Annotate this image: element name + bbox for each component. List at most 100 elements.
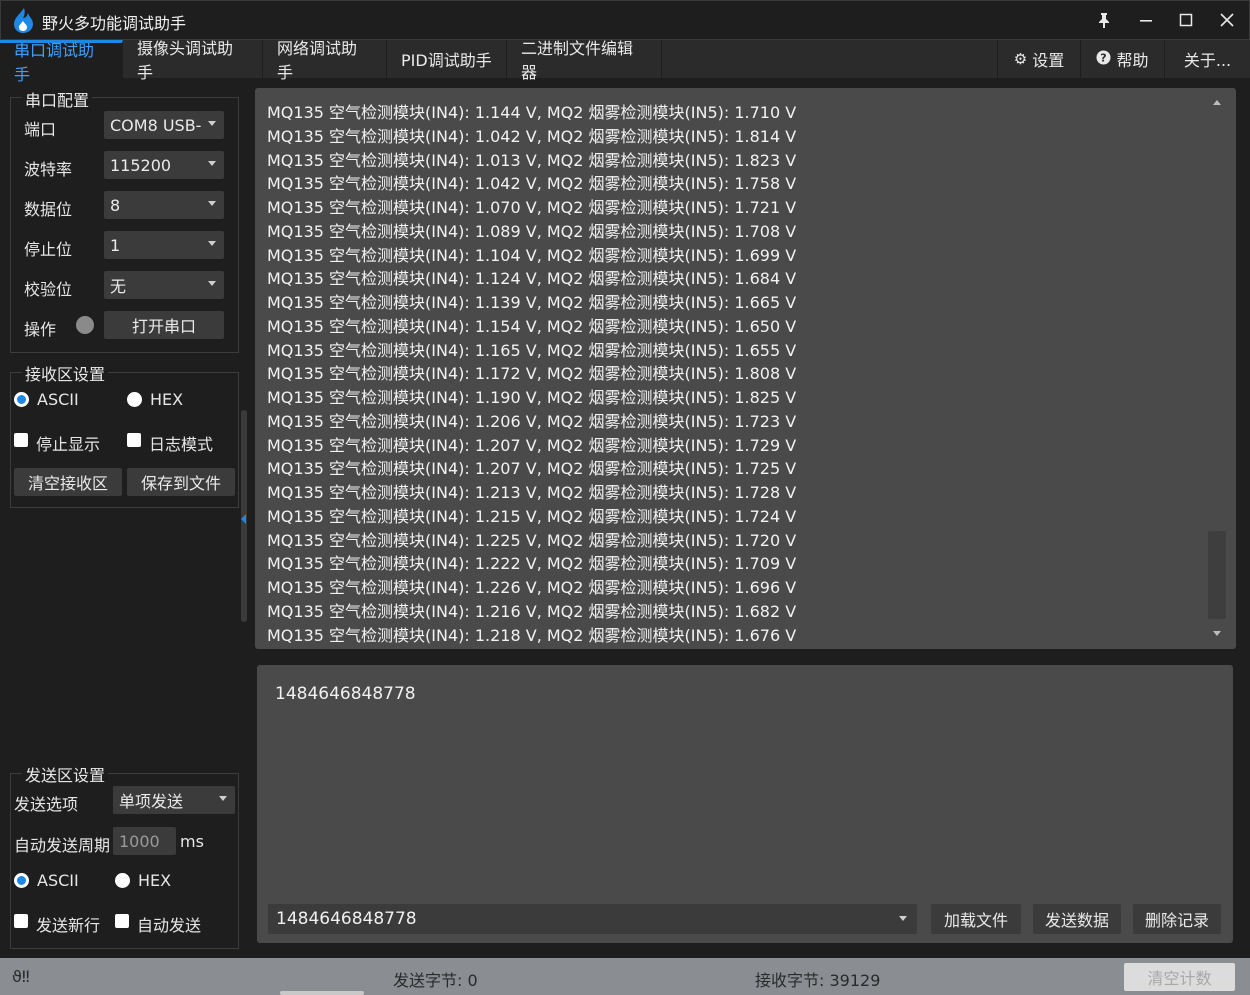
load-file-button[interactable]: 加载文件 bbox=[931, 904, 1021, 934]
send-option-value: 单项发送 bbox=[119, 792, 184, 811]
recv-ascii-radio[interactable] bbox=[14, 392, 29, 407]
tab-pid[interactable]: PID调试助手 bbox=[387, 40, 507, 78]
databits-select[interactable]: 8 bbox=[104, 191, 224, 219]
flame-logo-icon bbox=[14, 8, 33, 33]
recv-line: MQ135 空气检测模块(IN4): 1.213 V, MQ2 烟雾检测模块(I… bbox=[267, 483, 797, 502]
recv-scrollbar-thumb[interactable] bbox=[1208, 531, 1226, 619]
delete-history-button[interactable]: 删除记录 bbox=[1133, 904, 1221, 934]
databits-value: 8 bbox=[110, 195, 121, 215]
clear-recv-button[interactable]: 清空接收区 bbox=[14, 468, 122, 496]
recv-line: MQ135 空气检测模块(IN4): 1.104 V, MQ2 烟雾检测模块(I… bbox=[267, 245, 797, 265]
databits-label: 数据位 bbox=[24, 200, 73, 219]
settings-tab[interactable]: ⚙ 设置 bbox=[997, 40, 1080, 78]
send-text-area[interactable] bbox=[257, 665, 1233, 943]
maximize-icon[interactable] bbox=[1171, 6, 1201, 34]
stopbits-label: 停止位 bbox=[24, 240, 73, 259]
window-title: 野火多功能调试助手 bbox=[42, 14, 187, 33]
clear-count-button[interactable]: 清空计数 bbox=[1124, 963, 1235, 991]
recv-line: MQ135 空气检测模块(IN4): 1.013 V, MQ2 烟雾检测模块(I… bbox=[267, 150, 797, 170]
send-newline-label: 发送新行 bbox=[36, 916, 101, 935]
help-label: 帮助 bbox=[1116, 51, 1149, 70]
tab-camera[interactable]: 摄像头调试助手 bbox=[123, 39, 263, 82]
status-left-text: ϑ‼ bbox=[12, 967, 30, 986]
recv-ascii-label: ASCII bbox=[37, 390, 79, 409]
send-hex-radio[interactable] bbox=[115, 873, 130, 888]
send-data-button[interactable]: 发送数据 bbox=[1033, 904, 1121, 934]
recv-line: MQ135 空气检测模块(IN4): 1.226 V, MQ2 烟雾检测模块(I… bbox=[267, 578, 797, 597]
recv-line: MQ135 空气检测模块(IN4): 1.042 V, MQ2 烟雾检测模块(I… bbox=[267, 174, 797, 194]
close-icon[interactable] bbox=[1212, 6, 1242, 34]
save-to-file-button[interactable]: 保存到文件 bbox=[127, 468, 235, 496]
send-ascii-radio[interactable] bbox=[14, 873, 29, 888]
about-tab[interactable]: 关于... bbox=[1164, 40, 1250, 78]
tab-network[interactable]: 网络调试助手 bbox=[263, 39, 387, 82]
help-tab[interactable]: ? 帮助 bbox=[1080, 40, 1164, 78]
recv-line: MQ135 空气检测模块(IN4): 1.144 V, MQ2 烟雾检测模块(I… bbox=[267, 103, 797, 122]
chevron-down-icon bbox=[208, 201, 216, 206]
recv-line: MQ135 空气检测模块(IN4): 1.216 V, MQ2 烟雾检测模块(I… bbox=[267, 601, 797, 621]
chevron-down-icon bbox=[208, 161, 216, 166]
log-mode-label: 日志模式 bbox=[149, 435, 214, 454]
recv-line: MQ135 空气检测模块(IN4): 1.042 V, MQ2 烟雾检测模块(I… bbox=[267, 126, 797, 146]
parity-select[interactable]: 无 bbox=[104, 271, 224, 299]
recv-hex-label: HEX bbox=[150, 390, 184, 409]
log-mode-checkbox[interactable] bbox=[127, 433, 141, 447]
stop-display-checkbox[interactable] bbox=[14, 433, 28, 447]
receive-text-area[interactable]: MQ135 空气检测模块(IN4): 1.144 V, MQ2 烟雾检测模块(I… bbox=[255, 88, 1236, 649]
send-ascii-label: ASCII bbox=[37, 871, 79, 890]
resize-handle[interactable] bbox=[280, 991, 364, 995]
sent-bytes-count: 发送字节: 0 bbox=[393, 971, 478, 990]
recv-line: MQ135 空气检测模块(IN4): 1.207 V, MQ2 烟雾检测模块(I… bbox=[267, 459, 797, 479]
chevron-down-icon bbox=[219, 796, 227, 801]
stopbits-select[interactable]: 1 bbox=[104, 231, 224, 259]
period-input[interactable]: 1000 bbox=[113, 827, 176, 855]
port-select[interactable]: COM8 USB- bbox=[104, 111, 224, 139]
scroll-down-icon[interactable] bbox=[1213, 631, 1221, 636]
minimize-icon[interactable] bbox=[1131, 6, 1161, 34]
send-newline-checkbox[interactable] bbox=[14, 914, 28, 928]
recv-line: MQ135 空气检测模块(IN4): 1.218 V, MQ2 烟雾检测模块(I… bbox=[267, 625, 797, 645]
recv-line: MQ135 空气检测模块(IN4): 1.165 V, MQ2 烟雾检测模块(I… bbox=[267, 340, 797, 360]
recv-line: MQ135 空气检测模块(IN4): 1.190 V, MQ2 烟雾检测模块(I… bbox=[267, 388, 797, 407]
title-bar bbox=[0, 0, 1250, 40]
port-label: 端口 bbox=[24, 120, 57, 139]
chevron-down-icon bbox=[208, 121, 216, 126]
baud-value: 115200 bbox=[110, 155, 172, 175]
operation-label: 操作 bbox=[24, 320, 57, 339]
send-history-value: 1484646848778 bbox=[276, 909, 417, 929]
recv-hex-radio[interactable] bbox=[127, 392, 142, 407]
collapse-arrow-icon[interactable] bbox=[241, 514, 246, 524]
chevron-down-icon bbox=[899, 916, 907, 921]
parity-value: 无 bbox=[110, 277, 127, 296]
send-option-label: 发送选项 bbox=[14, 795, 79, 814]
recv-line: MQ135 空气检测模块(IN4): 1.206 V, MQ2 烟雾检测模块(I… bbox=[267, 411, 797, 431]
scroll-up-icon[interactable] bbox=[1213, 100, 1221, 105]
gear-icon: ⚙ bbox=[1013, 50, 1028, 68]
pin-icon[interactable] bbox=[1089, 6, 1119, 34]
recv-line: MQ135 空气检测模块(IN4): 1.225 V, MQ2 烟雾检测模块(I… bbox=[267, 530, 797, 550]
send-history-select[interactable]: 1484646848778 bbox=[268, 904, 917, 934]
open-port-button[interactable]: 打开串口 bbox=[104, 311, 224, 339]
period-unit: ms bbox=[180, 832, 204, 851]
svg-text:?: ? bbox=[1101, 51, 1107, 64]
send-text: 1484646848778 bbox=[275, 684, 416, 704]
send-hex-label: HEX bbox=[138, 871, 172, 890]
recv-bytes-count: 接收字节: 39129 bbox=[755, 971, 881, 990]
recv-line: MQ135 空气检测模块(IN4): 1.124 V, MQ2 烟雾检测模块(I… bbox=[267, 269, 797, 289]
help-icon: ? bbox=[1096, 50, 1111, 69]
tab-serial[interactable]: 串口调试助手 bbox=[0, 40, 123, 84]
auto-send-label: 自动发送 bbox=[137, 916, 202, 935]
recv-line: MQ135 空气检测模块(IN4): 1.139 V, MQ2 烟雾检测模块(I… bbox=[267, 293, 797, 312]
send-option-select[interactable]: 单项发送 bbox=[113, 786, 235, 814]
parity-label: 校验位 bbox=[24, 280, 73, 299]
auto-send-checkbox[interactable] bbox=[115, 914, 129, 928]
baud-select[interactable]: 115200 bbox=[104, 151, 224, 179]
recv-line: MQ135 空气检测模块(IN4): 1.215 V, MQ2 烟雾检测模块(I… bbox=[267, 506, 797, 526]
recv-line: MQ135 空气检测模块(IN4): 1.222 V, MQ2 烟雾检测模块(I… bbox=[267, 554, 797, 574]
send-settings-title: 发送区设置 bbox=[22, 762, 109, 786]
recv-settings-title: 接收区设置 bbox=[22, 361, 109, 385]
recv-line: MQ135 空气检测模块(IN4): 1.207 V, MQ2 烟雾检测模块(I… bbox=[267, 435, 797, 455]
chevron-down-icon bbox=[208, 241, 216, 246]
tab-binary-editor[interactable]: 二进制文件编辑器 bbox=[507, 39, 662, 82]
recv-line: MQ135 空气检测模块(IN4): 1.089 V, MQ2 烟雾检测模块(I… bbox=[267, 221, 797, 241]
